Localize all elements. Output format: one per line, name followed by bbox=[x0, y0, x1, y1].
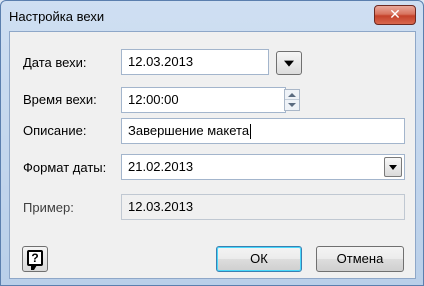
date-field[interactable]: 12.03.2013 bbox=[121, 49, 269, 75]
description-value: Завершение макета bbox=[128, 123, 250, 138]
date-format-value: 21.02.2013 bbox=[128, 159, 194, 174]
arrow-down-icon bbox=[288, 103, 296, 107]
help-icon: ? bbox=[27, 250, 43, 270]
time-spinner[interactable] bbox=[284, 89, 300, 111]
date-format-label: Формат даты: bbox=[23, 160, 107, 175]
close-icon: ✕ bbox=[389, 7, 401, 23]
example-label: Пример: bbox=[23, 200, 74, 215]
dialog-body: Дата вехи: 12.03.2013 Время вехи: 12:00:… bbox=[9, 31, 416, 279]
close-button[interactable]: ✕ bbox=[374, 5, 416, 25]
time-label: Время вехи: bbox=[23, 92, 97, 107]
example-field: 12.03.2013 bbox=[121, 194, 405, 220]
ok-button[interactable]: ОК bbox=[216, 246, 302, 272]
time-field[interactable]: 12:00:00 bbox=[121, 87, 286, 113]
spin-up-button[interactable] bbox=[285, 90, 299, 100]
chevron-down-icon bbox=[284, 60, 294, 67]
text-caret bbox=[250, 124, 252, 140]
chevron-down-icon bbox=[389, 165, 397, 170]
dialog-window: Настройка вехи ✕ Дата вехи: 12.03.2013 В… bbox=[0, 0, 424, 286]
spin-down-button[interactable] bbox=[285, 100, 299, 110]
window-title: Настройка вехи bbox=[9, 9, 105, 24]
date-label: Дата вехи: bbox=[23, 55, 87, 70]
description-label: Описание: bbox=[23, 123, 87, 138]
help-button[interactable]: ? bbox=[22, 246, 48, 272]
date-value: 12.03.2013 bbox=[128, 54, 194, 69]
time-value: 12:00:00 bbox=[128, 92, 179, 107]
date-format-dropdown-button[interactable] bbox=[384, 157, 402, 177]
example-value: 12.03.2013 bbox=[128, 199, 194, 214]
date-dropdown-button[interactable] bbox=[276, 51, 302, 75]
title-bar[interactable]: Настройка вехи ✕ bbox=[1, 1, 423, 31]
cancel-button[interactable]: Отмена bbox=[316, 246, 404, 272]
date-format-select[interactable]: 21.02.2013 bbox=[121, 154, 405, 180]
arrow-up-icon bbox=[288, 93, 296, 97]
description-field[interactable]: Завершение макета bbox=[121, 118, 405, 144]
